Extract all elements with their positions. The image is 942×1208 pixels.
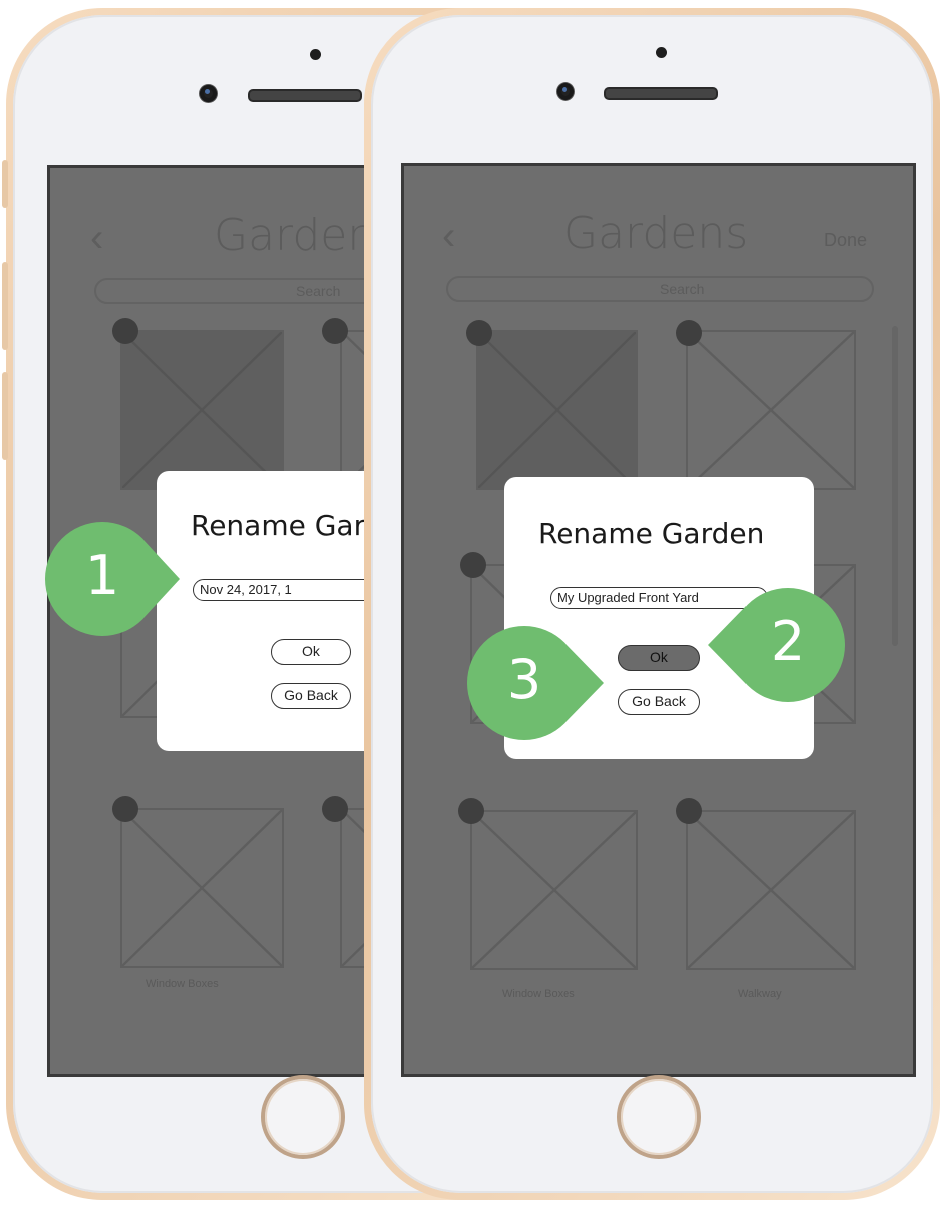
- speaker-dot: [656, 47, 667, 58]
- garden-thumbnail: [120, 808, 284, 968]
- delete-dot: [112, 318, 138, 344]
- delete-dot: [322, 796, 348, 822]
- garden-caption: Walkway: [738, 988, 782, 1000]
- garden-caption: Window Boxes: [146, 978, 219, 990]
- nav-title: Gardens: [564, 208, 749, 259]
- delete-dot: [466, 320, 492, 346]
- delete-dot: [676, 320, 702, 346]
- callout-3: 3: [466, 624, 606, 742]
- dialog-title: Rename Garden: [538, 517, 765, 550]
- phone-right-face: ‹ Gardens Done Search Window Boxes Walkw…: [371, 15, 933, 1193]
- callout-2-number: 2: [770, 610, 806, 673]
- delete-dot: [322, 318, 348, 344]
- home-button[interactable]: [617, 1075, 701, 1159]
- search-label: Search: [296, 283, 341, 299]
- callout-1: 1: [44, 520, 184, 638]
- delete-dot: [458, 798, 484, 824]
- camera-icon: [557, 83, 574, 100]
- garden-thumbnail: [120, 330, 284, 490]
- side-button: [2, 372, 8, 460]
- delete-dot: [460, 552, 486, 578]
- home-button[interactable]: [261, 1075, 345, 1159]
- callout-2: 2: [706, 586, 846, 704]
- side-button: [2, 262, 8, 350]
- garden-thumbnail: [686, 330, 856, 490]
- search-label: Search: [660, 281, 705, 297]
- back-chevron-icon: ‹: [442, 214, 456, 258]
- earpiece: [248, 89, 362, 102]
- camera-icon: [200, 85, 217, 102]
- search-bar: Search: [446, 276, 874, 302]
- callout-3-number: 3: [506, 648, 542, 711]
- garden-caption: Window Boxes: [502, 988, 575, 1000]
- garden-thumbnail: [686, 810, 856, 970]
- go-back-button[interactable]: Go Back: [271, 683, 351, 709]
- phone-right: ‹ Gardens Done Search Window Boxes Walkw…: [364, 8, 940, 1200]
- done-button[interactable]: Done: [824, 230, 867, 251]
- callout-1-number: 1: [84, 544, 120, 607]
- delete-dot: [112, 796, 138, 822]
- go-back-button[interactable]: Go Back: [618, 689, 700, 715]
- delete-dot: [676, 798, 702, 824]
- scrollbar[interactable]: [892, 326, 898, 646]
- speaker-dot: [310, 49, 321, 60]
- garden-thumbnail: [470, 810, 638, 970]
- ok-button[interactable]: Ok: [271, 639, 351, 665]
- side-button: [2, 160, 8, 208]
- back-chevron-icon: ‹: [90, 216, 104, 260]
- ok-button[interactable]: Ok: [618, 645, 700, 671]
- earpiece: [604, 87, 718, 100]
- garden-thumbnail: [476, 330, 638, 490]
